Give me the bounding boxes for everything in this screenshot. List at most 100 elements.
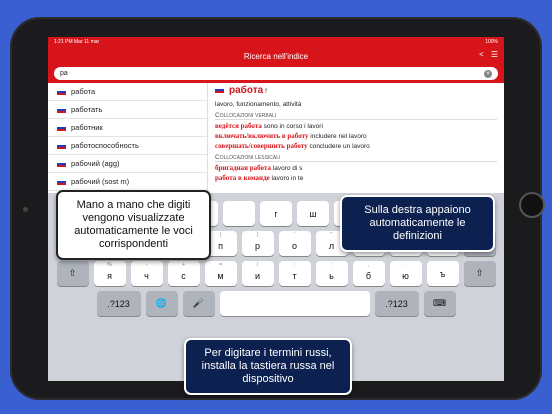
russian-flag-icon [57, 124, 66, 131]
russian-flag-icon [57, 160, 66, 167]
keyboard-key[interactable] [223, 201, 255, 226]
collocation: совершать/совершить работу concludere un… [215, 142, 497, 150]
key-label: ш [309, 208, 317, 219]
collocation-ru: работа в команде [215, 174, 270, 182]
key-label: т [292, 271, 297, 281]
list-item[interactable]: работник [48, 119, 207, 137]
key-label: л [328, 241, 335, 251]
key-secondary: + [181, 262, 186, 268]
keyboard-key[interactable]: ; т [278, 261, 311, 286]
key-label: б [365, 271, 372, 281]
share-icon[interactable]: < [479, 50, 484, 59]
key-secondary: , [367, 262, 370, 268]
collocation: ведётся работа sono in corso i lavori [215, 122, 497, 130]
keyboard-key[interactable]: = м [204, 261, 237, 286]
callout-left: Mano a mano che digiti vengono visualizz… [56, 190, 211, 260]
russian-flag-icon [57, 178, 66, 185]
list-item[interactable]: работоспособность [48, 137, 207, 155]
camera [23, 207, 28, 212]
keyboard-key[interactable]: % я [93, 261, 126, 286]
collocation: работа в команде lavoro in te [215, 174, 497, 182]
meaning: lavoro, funzionamento, attività [215, 101, 302, 108]
search-value: ра [60, 70, 68, 77]
russian-flag-icon [57, 142, 66, 149]
key-label: ю [402, 271, 409, 281]
keyboard-key[interactable]: ъ [426, 261, 459, 286]
collocation-it: lavoro di s [272, 165, 303, 172]
collocation: бригадная работа lavoro di s [215, 164, 497, 172]
keyboard-key[interactable]: .ю [389, 261, 422, 286]
collocation-ru: ведётся работа [215, 122, 262, 130]
key-label: я [107, 271, 112, 281]
keyboard-key[interactable]: 🎤 [182, 291, 215, 316]
status-battery: 100% [485, 39, 498, 45]
list-item-label: работать [71, 105, 103, 114]
collocation-ru: включать/включить в работу [215, 132, 309, 140]
search-input[interactable]: ра × [54, 67, 498, 80]
home-button[interactable] [519, 192, 545, 218]
collocation-it: includere nel lavoro [310, 133, 367, 140]
collocation-ru: совершать/совершить работу [215, 142, 308, 150]
key-label: с [181, 271, 186, 281]
keyboard-key[interactable]: ⇧ [56, 261, 89, 286]
section-lexical: Collocazioni lessicali [215, 154, 497, 162]
keyboard-key[interactable]: ' о [278, 231, 311, 256]
headword: работа [229, 85, 264, 96]
menu-icon[interactable]: ☰ [491, 50, 498, 59]
key-label: г [274, 208, 278, 219]
collocation-it: lavoro in te [271, 175, 304, 182]
gender: f [265, 89, 267, 95]
key-label: м [217, 271, 224, 281]
key-secondary: % [107, 262, 112, 268]
keyboard-key[interactable]: ,б [352, 261, 385, 286]
collocation-it: sono in corso i lavori [263, 123, 323, 130]
keyboard-key[interactable]: ⌨ [423, 291, 456, 316]
key-label: ь [329, 271, 334, 281]
space-bar[interactable] [219, 291, 370, 316]
key-label: п [218, 241, 223, 251]
key-secondary: = [218, 262, 223, 268]
keyboard-key[interactable]: ) р [241, 231, 274, 256]
keyboard-key[interactable]: -ч [130, 261, 163, 286]
key-label: ъ [439, 268, 446, 279]
list-item[interactable]: рабочий (agg) [48, 155, 207, 173]
key-label: ⇧ [475, 268, 484, 278]
list-item[interactable]: рабочий (sost m) [48, 173, 207, 191]
key-secondary: ; [293, 262, 296, 268]
keyboard-key[interactable]: + с [167, 261, 200, 286]
key-secondary: . [404, 262, 407, 268]
key-label: р [254, 241, 260, 251]
list-item[interactable]: работа [48, 83, 207, 101]
status-time: 1:21 PM Mar 11 mar [54, 39, 100, 45]
collocation-ru: бригадная работа [215, 164, 271, 172]
list-item-label: рабочий (agg) [71, 159, 120, 168]
key-secondary: ) [256, 232, 259, 238]
callout-bottom: Per digitare i termini russi, installa l… [184, 338, 352, 395]
status-bar: 1:21 PM Mar 11 mar 100% [48, 37, 504, 47]
list-item[interactable]: работать [48, 101, 207, 119]
key-label: и [254, 271, 261, 281]
definition-panel: работа f lavoro, funzionamento, attività … [208, 83, 504, 193]
keyboard-key[interactable]: .?123 [374, 291, 419, 316]
search-bar: ра × [48, 65, 504, 83]
key-secondary: ' [293, 232, 296, 238]
collocation: включать/включить в работу includere nel… [215, 132, 497, 140]
clear-icon[interactable]: × [484, 69, 492, 78]
keyboard-key[interactable]: :ь [315, 261, 348, 286]
russian-flag-icon [57, 106, 66, 113]
key-secondary: - [145, 262, 148, 268]
key-label: о [291, 241, 297, 251]
key-secondary: : [330, 262, 333, 268]
list-item-label: работа [71, 87, 96, 96]
keyboard-key[interactable]: 🌐 [145, 291, 178, 316]
section-verbal: Collocazioni verbali [215, 112, 497, 120]
key-label: ⇧ [68, 268, 77, 278]
keyboard-key[interactable]: г [260, 201, 292, 226]
keyboard-key[interactable]: ⇧ [463, 261, 496, 286]
russian-flag-icon [57, 88, 66, 95]
keyboard-key[interactable]: ш [297, 201, 329, 226]
callout-right: Sulla destra appaiono automaticamente le… [340, 195, 495, 252]
keyboard-key[interactable]: / и [241, 261, 274, 286]
keyboard-key[interactable]: .?123 [96, 291, 141, 316]
list-item-label: рабочий (sost m) [71, 177, 130, 186]
